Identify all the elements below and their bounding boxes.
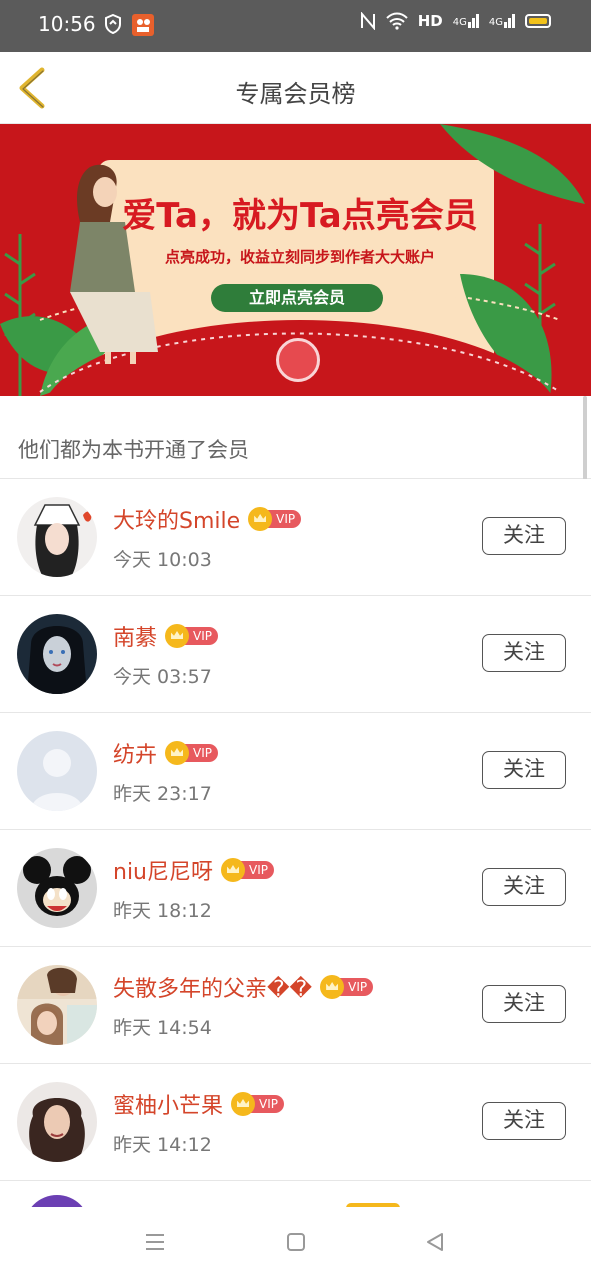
avatar-default-silhouette-icon <box>17 731 97 811</box>
member-name-group: 蜜柚小芒果 VIP <box>113 1088 284 1120</box>
crown-icon <box>165 624 190 648</box>
member-name-group: 大玲的Smile VIP <box>113 503 302 535</box>
member-row[interactable]: 纺卉 VIP 昨天 23:17 关注 <box>0 713 591 830</box>
vip-badge: VIP <box>231 1092 284 1116</box>
follow-button[interactable]: 关注 <box>482 1102 566 1140</box>
member-name[interactable]: 纺卉 <box>113 737 157 769</box>
avatar[interactable] <box>17 614 97 694</box>
vip-badge: VIP <box>165 741 218 765</box>
avatar[interactable] <box>17 497 97 577</box>
signal-1-label: 4G <box>453 14 479 28</box>
crown-icon <box>231 1092 256 1116</box>
banner-headline: 爱Ta，就为Ta点亮会员 <box>122 196 478 236</box>
page-title: 专属会员榜 <box>235 80 356 108</box>
member-name-group: 纺卉 VIP <box>113 737 218 769</box>
avatar[interactable] <box>17 848 97 928</box>
back-triangle-icon[interactable] <box>424 1231 446 1253</box>
system-nav-bar <box>0 1207 591 1280</box>
avatar-cartoon-mouse-icon <box>17 848 97 928</box>
signal-2-label: 4G <box>489 14 515 28</box>
promo-banner[interactable]: 爱Ta，就为Ta点亮会员 点亮成功，收益立刻同步到作者大大账户 立即点亮会员 <box>0 124 591 396</box>
member-name[interactable]: 失散多年的父亲�� <box>113 971 312 1003</box>
follow-button[interactable]: 关注 <box>482 517 566 555</box>
crown-icon <box>248 507 273 531</box>
crown-icon <box>320 975 345 999</box>
member-row[interactable]: 南綦 VIP 今天 03:57 关注 <box>0 596 591 713</box>
follow-button[interactable]: 关注 <box>482 868 566 906</box>
member-row[interactable]: 失散多年的父亲�� VIP 昨天 14:54 关注 <box>0 947 591 1064</box>
shield-icon <box>105 14 121 34</box>
status-indicators: HD 4G 4G <box>360 12 551 30</box>
section-label: 他们都为本书开通了会员 <box>18 438 249 462</box>
member-time: 今天 10:03 <box>113 549 212 571</box>
avatar-curly-hair-girl-icon <box>17 1082 97 1162</box>
member-time: 昨天 18:12 <box>113 900 212 922</box>
avatar-illustrated-girl-icon <box>17 497 97 577</box>
member-time: 昨天 14:12 <box>113 1134 212 1156</box>
member-row-partial[interactable] <box>0 1181 591 1207</box>
member-row[interactable]: 大玲的Smile VIP 今天 10:03 关注 <box>0 479 591 596</box>
member-time: 今天 03:57 <box>113 666 212 688</box>
member-time: 昨天 14:54 <box>113 1017 212 1039</box>
follow-button[interactable]: 关注 <box>482 985 566 1023</box>
network-hd-label: HD <box>417 12 443 30</box>
member-name-group: niu尼尼呀 VIP <box>113 854 274 886</box>
member-row[interactable]: niu尼尼呀 VIP 昨天 18:12 关注 <box>0 830 591 947</box>
member-name[interactable]: niu尼尼呀 <box>113 854 213 886</box>
member-name[interactable]: 大玲的Smile <box>113 503 240 535</box>
wifi-icon <box>386 12 408 30</box>
follow-button[interactable]: 关注 <box>482 634 566 672</box>
menu-icon[interactable] <box>144 1231 166 1253</box>
vip-badge: VIP <box>320 975 374 999</box>
status-bar: 10:56 HD 4G 4G <box>0 0 591 52</box>
banner-heart-seal-icon <box>276 338 320 382</box>
vip-badge: VIP <box>165 624 218 648</box>
app-notification-icon <box>132 14 154 36</box>
member-name-group: 失散多年的父亲�� VIP <box>113 971 374 1003</box>
light-up-vip-button[interactable]: 立即点亮会员 <box>211 284 383 312</box>
crown-icon <box>165 741 190 765</box>
app-header: 专属会员榜 <box>0 52 591 124</box>
home-square-icon[interactable] <box>285 1231 307 1253</box>
avatar[interactable] <box>17 1082 97 1162</box>
member-name[interactable]: 蜜柚小芒果 <box>113 1088 223 1120</box>
avatar[interactable] <box>24 1195 90 1207</box>
vip-badge: VIP <box>248 507 302 531</box>
member-row[interactable]: 蜜柚小芒果 VIP 昨天 14:12 关注 <box>0 1064 591 1181</box>
member-name[interactable]: 南綦 <box>113 620 157 652</box>
banner-subtitle: 点亮成功，收益立刻同步到作者大大账户 <box>164 248 435 266</box>
member-name-group: 南綦 VIP <box>113 620 218 652</box>
follow-button[interactable]: 关注 <box>482 751 566 789</box>
avatar[interactable] <box>17 965 97 1045</box>
avatar[interactable] <box>17 731 97 811</box>
battery-icon <box>525 14 551 28</box>
status-time: 10:56 <box>38 12 96 36</box>
avatar-dark-hair-girl-icon <box>17 614 97 694</box>
member-time: 昨天 23:17 <box>113 783 212 805</box>
nfc-icon <box>360 12 375 30</box>
crown-icon <box>221 858 245 882</box>
avatar-photo-collage-icon <box>17 965 97 1045</box>
vip-badge: VIP <box>221 858 274 882</box>
